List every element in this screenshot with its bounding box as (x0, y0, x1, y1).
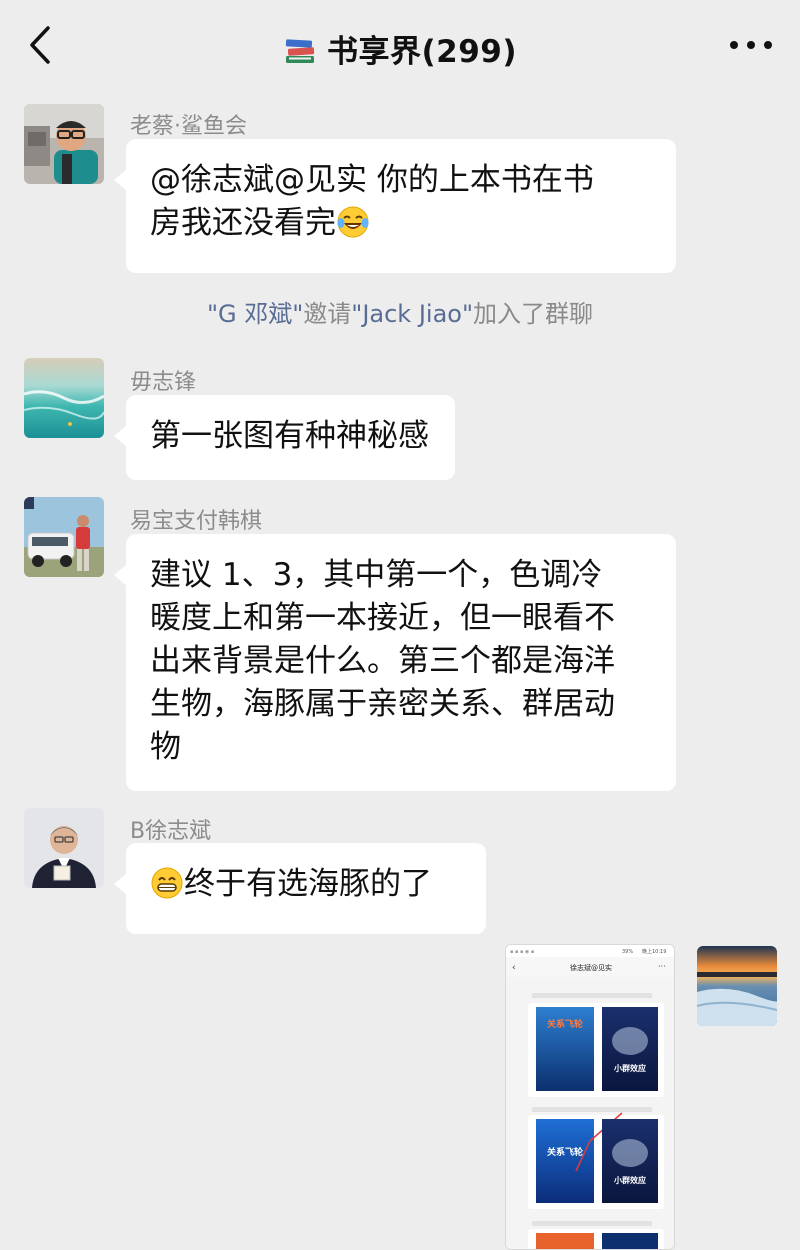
sender-name: 毋志锋 (130, 370, 197, 395)
status-time: 晚上10:19 (642, 948, 666, 955)
cover-title: 小群效应 (613, 1175, 646, 1185)
invitee-name[interactable]: "Jack Jiao" (351, 300, 473, 328)
more-button[interactable] (724, 30, 778, 60)
svg-text:‹: ‹ (512, 963, 516, 973)
message-text: 终于有选海豚的了 (184, 866, 432, 902)
message-bubble[interactable]: 第一张图有种神秘感 (114, 395, 455, 480)
message-line: @徐志斌@见实 你的上本书在书 (150, 162, 594, 198)
chat-title: 书享界(299) (0, 26, 800, 74)
system-message: "G 邓斌"邀请"Jack Jiao"加入了群聊 (0, 294, 800, 329)
sender-name: 易宝支付韩棋 (130, 509, 263, 534)
image-message[interactable]: ▪ ▪ ▪ ◉ ▪ 39% 晚上10:19 ‹ 徐志斌@见实 ··· 关系飞轮 … (505, 944, 675, 1250)
system-verb: 邀请 (303, 300, 352, 328)
more-dots-icon (730, 41, 772, 49)
inviter-name[interactable]: "G 邓斌" (207, 300, 303, 328)
message-bubble[interactable]: 终于有选海豚的了 (114, 843, 486, 934)
message-bubble[interactable]: @徐志斌@见实 你的上本书在书 房我还没看完 (114, 139, 676, 273)
sender-name: 老蔡·鲨鱼会 (130, 114, 247, 139)
message-line: 物 (150, 729, 181, 765)
message-line: 房我还没看完 (150, 205, 336, 241)
grinning-emoji (150, 866, 184, 912)
svg-text:···: ··· (658, 962, 666, 971)
svg-text:▪ ▪ ▪ ◉ ▪: ▪ ▪ ▪ ◉ ▪ (510, 949, 534, 955)
chat-title-text: 书享界(299) (326, 34, 518, 70)
message-bubble[interactable]: 建议 1、3，其中第一个，色调冷 暖度上和第一本接近，但一眼看不 出来背景是什么… (114, 534, 676, 791)
message-line: 生物，海豚属于亲密关系、群居动 (150, 686, 615, 722)
cover-title: 关系飞轮 (547, 1018, 583, 1030)
status-battery: 39% (622, 949, 633, 955)
cover-title: 关系飞轮 (547, 1146, 583, 1158)
books-icon (283, 34, 317, 74)
avatar[interactable] (24, 104, 104, 184)
avatar[interactable] (24, 358, 104, 438)
top-bar: 书享界(299) (0, 0, 800, 92)
message-line: 第一张图有种神秘感 (150, 418, 429, 454)
sender-name: B徐志斌 (130, 819, 212, 844)
avatar[interactable] (24, 497, 104, 577)
cover-title: 小群效应 (613, 1063, 646, 1073)
avatar[interactable] (697, 946, 777, 1026)
tears-of-joy-emoji (336, 205, 370, 251)
phone-header-title: 徐志斌@见实 (570, 963, 612, 972)
message-line: 暖度上和第一本接近，但一眼看不 (150, 600, 615, 636)
system-suffix: 加入了群聊 (473, 300, 594, 328)
avatar[interactable] (24, 808, 104, 888)
message-line: 出来背景是什么。第三个都是海洋 (150, 643, 615, 679)
message-line: 建议 1、3，其中第一个，色调冷 (150, 557, 603, 593)
